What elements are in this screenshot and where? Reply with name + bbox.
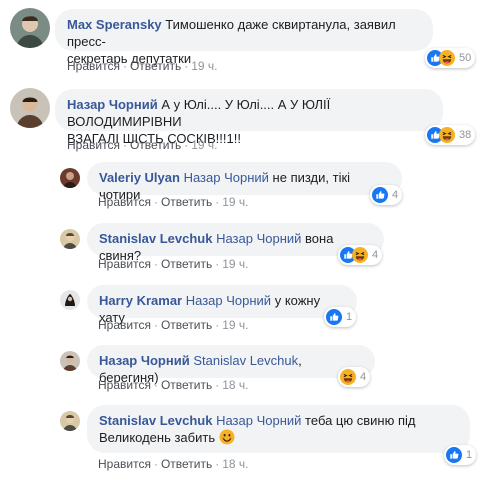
reply-bubble: Valeriy Ulyan Назар Чорний не пизди, тік… [87,162,402,202]
like-reaction-icon [372,187,388,203]
comment-author[interactable]: Назар Чорний [67,97,158,112]
reaction-count: 1 [466,449,473,461]
reply-actions: Нравится · Ответить · 19 ч. [98,195,249,209]
avatar[interactable] [10,8,50,48]
reaction-summary[interactable]: 1 [324,307,357,327]
like-reaction-icon [326,309,342,325]
reaction-count: 38 [459,129,472,141]
haha-reaction-icon [439,50,455,66]
avatar[interactable] [60,229,80,249]
reply-mention[interactable]: Назар Чорний [184,170,269,185]
reaction-count: 4 [372,249,379,261]
avatar-photo-icon [10,88,50,128]
timestamp[interactable]: 19 ч. [222,195,248,209]
avatar-photo-icon [60,229,80,249]
reply-link[interactable]: Ответить [161,457,212,471]
reply-bubble: Назар Чорний Stanislav Levchuk, берегиня… [87,345,375,385]
avatar-photo-icon [60,168,80,188]
like-link[interactable]: Нравится [67,59,120,73]
reply-link[interactable]: Ответить [130,138,181,152]
reaction-count: 4 [360,371,367,383]
comment-bubble: Max Speransky Тимошенко даже сквиртанула… [55,9,433,66]
reaction-summary[interactable]: 38 [425,125,476,145]
timestamp[interactable]: 19 ч. [222,318,248,332]
reply-actions: Нравится · Ответить · 19 ч. [98,257,249,271]
avatar[interactable] [60,351,80,371]
timestamp[interactable]: 19 ч. [191,138,217,152]
reaction-summary[interactable]: 4 [338,245,383,265]
reply-author[interactable]: Stanislav Levchuk [99,231,212,246]
reaction-count: 1 [346,311,353,323]
avatar[interactable] [60,290,80,310]
timestamp[interactable]: 18 ч. [222,457,248,471]
timestamp[interactable]: 18 ч. [222,378,248,392]
reply-actions: Нравится · Ответить · 18 ч. [98,378,249,392]
like-reaction-icon [446,447,462,463]
like-link[interactable]: Нравится [98,378,151,392]
haha-reaction-icon [340,369,356,385]
reply-text: Великодень забить [99,430,216,445]
reply-bubble: Harry Kramar Назар Чорний у кожну хату [87,285,357,325]
reply-mention[interactable]: Stanislav Levchuk [193,353,298,368]
reply-link[interactable]: Ответить [161,378,212,392]
reaction-count: 50 [459,52,472,64]
comment-actions: Нравится · Ответить · 19 ч. [67,59,218,73]
avatar-photo-icon [60,411,80,431]
haha-reaction-icon [352,247,368,263]
avatar[interactable] [60,168,80,188]
reply-mention[interactable]: Назар Чорний [216,231,301,246]
haha-reaction-icon [439,127,455,143]
avatar-photo-icon [60,351,80,371]
comment-bubble: Назар Чорний А у Юлі.... У Юлі.... А У Ю… [55,89,443,146]
smile-emoji-icon [219,429,235,445]
comment-author[interactable]: Max Speransky [67,17,162,32]
like-link[interactable]: Нравится [98,257,151,271]
reply-bubble: Stanislav Levchuk Назар Чорний теба цю с… [87,405,470,453]
reply-link[interactable]: Ответить [130,59,181,73]
reaction-summary[interactable]: 4 [370,185,403,205]
avatar-photo-icon [10,8,50,48]
avatar[interactable] [60,411,80,431]
reply-author[interactable]: Stanislav Levchuk [99,413,212,428]
reply-text: теба цю свиню під [305,413,416,428]
like-link[interactable]: Нравится [98,318,151,332]
reply-mention[interactable]: Назар Чорний [186,293,271,308]
reply-author[interactable]: Harry Kramar [99,293,182,308]
avatar[interactable] [10,88,50,128]
comment-actions: Нравится · Ответить · 19 ч. [67,138,218,152]
timestamp[interactable]: 19 ч. [222,257,248,271]
reaction-summary[interactable]: 4 [338,367,371,387]
reply-author[interactable]: Назар Чорний [99,353,190,368]
reaction-summary[interactable]: 50 [425,48,476,68]
reply-link[interactable]: Ответить [161,257,212,271]
reaction-summary[interactable]: 1 [444,445,477,465]
reply-link[interactable]: Ответить [161,318,212,332]
like-link[interactable]: Нравится [98,195,151,209]
reply-mention[interactable]: Назар Чорний [216,413,301,428]
avatar-photo-icon [60,290,80,310]
reply-author[interactable]: Valeriy Ulyan [99,170,180,185]
reply-actions: Нравится · Ответить · 19 ч. [98,318,249,332]
timestamp[interactable]: 19 ч. [191,59,217,73]
reply-link[interactable]: Ответить [161,195,212,209]
reaction-count: 4 [392,189,399,201]
reply-actions: Нравится · Ответить · 18 ч. [98,457,249,471]
like-link[interactable]: Нравится [67,138,120,152]
like-link[interactable]: Нравится [98,457,151,471]
